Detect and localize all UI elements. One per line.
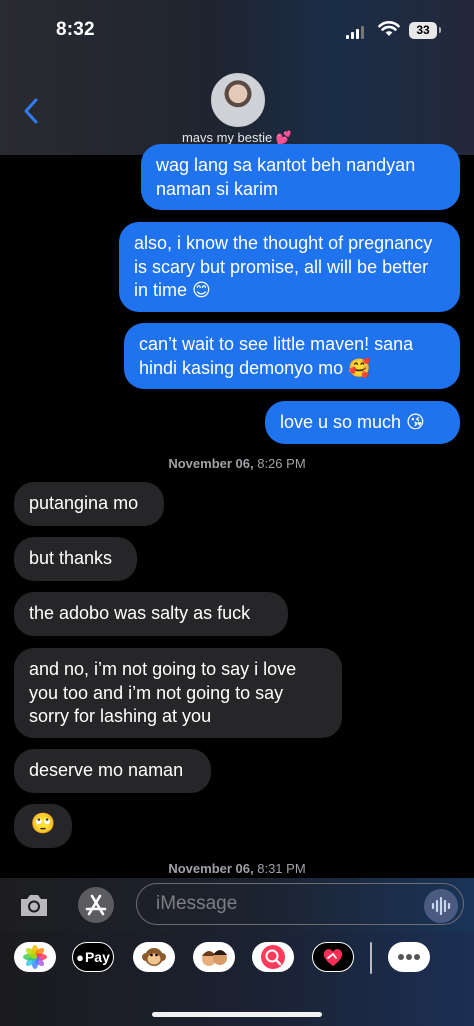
memoji-faces-icon <box>202 950 227 966</box>
globe-search-icon <box>261 945 285 969</box>
camera-icon[interactable] <box>17 888 51 922</box>
apple-pay-label: Pay <box>84 949 110 965</box>
received-message[interactable]: 🙄 <box>14 804 72 848</box>
memoji-stickers-app[interactable] <box>133 942 175 972</box>
received-message[interactable]: putangina mo <box>14 482 164 526</box>
timestamp-date: November 06, <box>168 861 254 876</box>
wifi-icon <box>378 21 400 36</box>
digital-touch-app[interactable] <box>312 942 354 972</box>
app-store-icon <box>85 894 107 916</box>
more-apps[interactable] <box>388 942 430 972</box>
cellular-signal-icon <box>346 26 364 39</box>
battery-indicator: 33 <box>409 22 437 39</box>
sent-message[interactable]: wag lang sa kantot beh nandyan naman si … <box>141 144 460 210</box>
received-message[interactable]: the adobo was salty as fuck <box>14 592 288 636</box>
memoji-app[interactable] <box>193 942 235 972</box>
app-store-button[interactable] <box>78 887 114 923</box>
sent-message[interactable]: can’t wait to see little maven! sana hin… <box>124 323 460 389</box>
sent-message[interactable]: also, i know the thought of pregnancy is… <box>119 222 460 312</box>
waveform-icon <box>431 896 451 916</box>
app-divider <box>370 942 372 974</box>
received-message[interactable]: and no, i’m not going to say i love you … <box>14 648 342 738</box>
home-indicator[interactable] <box>152 1012 322 1017</box>
audio-message-button[interactable] <box>424 889 458 923</box>
contact-avatar[interactable] <box>211 73 265 127</box>
imessage-input[interactable]: iMessage <box>136 883 464 925</box>
apple-pay-app[interactable]: ● Pay <box>72 942 114 972</box>
timestamp-time: 8:31 PM <box>257 861 306 876</box>
photos-icon <box>23 945 47 969</box>
photos-app[interactable] <box>14 942 56 972</box>
timestamp-time: 8:26 PM <box>257 456 306 471</box>
message-timestamp: November 06, 8:26 PM <box>0 456 474 471</box>
received-message[interactable]: deserve mo naman <box>14 749 211 793</box>
back-chevron-icon[interactable] <box>18 96 48 126</box>
heart-hands-icon <box>323 949 343 966</box>
ellipsis-icon <box>398 954 420 960</box>
status-time: 8:32 <box>56 19 95 40</box>
sent-message[interactable]: love u so much 😘 <box>265 401 460 444</box>
message-timestamp: November 06, 8:31 PM <box>0 861 474 876</box>
monkey-icon <box>142 948 166 966</box>
timestamp-date: November 06, <box>168 456 254 471</box>
search-images-app[interactable] <box>252 942 294 972</box>
apple-logo-icon: ● <box>76 949 84 965</box>
received-message[interactable]: but thanks <box>14 537 137 581</box>
